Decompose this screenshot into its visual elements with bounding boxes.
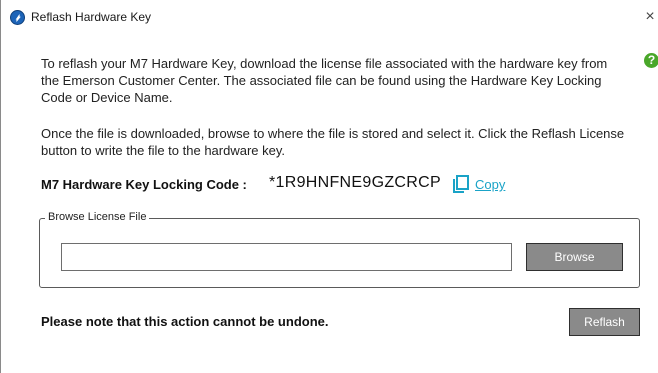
browse-button[interactable]: Browse bbox=[526, 243, 623, 271]
title-bar: Reflash Hardware Key × bbox=[1, 0, 658, 36]
license-file-path-input[interactable] bbox=[61, 243, 512, 271]
reflash-hardware-key-dialog: Reflash Hardware Key × ? To reflash your… bbox=[0, 0, 658, 373]
instructions-paragraph-2: Once the file is downloaded, browse to w… bbox=[41, 126, 625, 158]
copy-link[interactable]: Copy bbox=[475, 177, 505, 192]
instructions-paragraph-1: To reflash your M7 Hardware Key, downloa… bbox=[41, 56, 608, 105]
emerson-logo-icon bbox=[10, 10, 25, 25]
reflash-button[interactable]: Reflash bbox=[569, 308, 640, 336]
irreversible-action-warning: Please note that this action cannot be u… bbox=[41, 314, 329, 329]
window-title: Reflash Hardware Key bbox=[31, 10, 152, 24]
close-button[interactable]: × bbox=[641, 6, 658, 28]
browse-license-file-legend: Browse License File bbox=[45, 211, 150, 223]
copy-icon[interactable] bbox=[451, 174, 471, 194]
locking-code-label: M7 Hardware Key Locking Code : bbox=[41, 177, 247, 192]
locking-code-value: *1R9HNFNE9GZCRCP bbox=[269, 174, 441, 191]
help-icon[interactable]: ? bbox=[644, 53, 658, 68]
locking-code-row: M7 Hardware Key Locking Code : *1R9HNFNE… bbox=[41, 174, 641, 196]
